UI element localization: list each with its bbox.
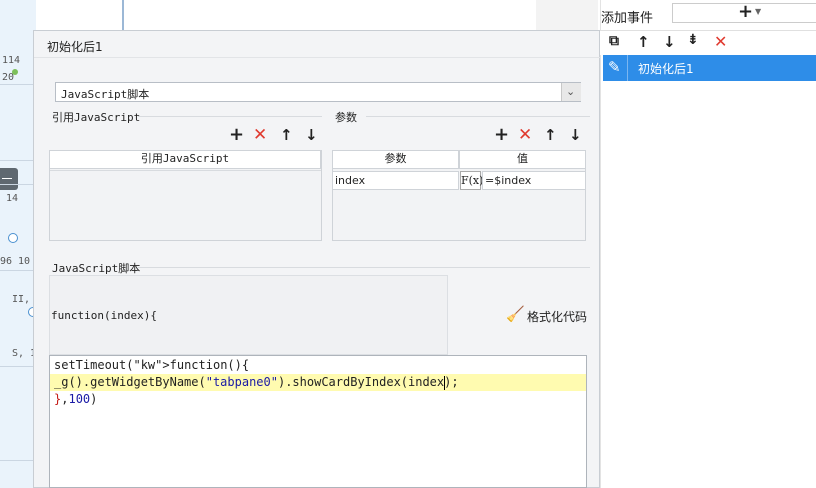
arrow-down-icon[interactable]: ↓ (569, 126, 582, 144)
divider (34, 57, 600, 58)
arrow-up-icon[interactable]: ↑ (544, 126, 557, 144)
arrow-down-icon[interactable]: ↓ (305, 126, 318, 144)
ruler-number: 96 (0, 256, 13, 267)
event-item-divider (627, 55, 628, 81)
reference-js-header[interactable]: 引用JavaScript (49, 150, 321, 169)
add-event-label: 添加事件 (601, 11, 654, 26)
format-code-button[interactable]: 格式化代码 (527, 308, 587, 325)
event-item[interactable] (603, 55, 816, 81)
add-param-icon[interactable]: + (494, 124, 509, 145)
code-line-2[interactable]: _g().getWidgetByName("tabpane0").showCar… (54, 374, 459, 391)
divider (138, 116, 322, 117)
formula-icon[interactable]: F(x) (460, 171, 483, 190)
param-value-cell[interactable]: =$index (482, 171, 586, 190)
add-reference-icon[interactable]: + (229, 124, 244, 145)
background-panel (536, 0, 598, 32)
script-type-value: JavaScript脚本 (61, 88, 150, 101)
code-text: setTimeout("kw">function(){ (54, 358, 250, 372)
divider (366, 116, 590, 117)
ruler-number: 10 (18, 256, 31, 267)
arrow-up-icon[interactable]: ↑ (637, 33, 650, 51)
code-line-1[interactable]: setTimeout("kw">function(){ (54, 357, 249, 374)
events-toolbar (600, 30, 816, 55)
ruler-line (0, 460, 36, 461)
param-name-cell[interactable]: index (332, 171, 459, 190)
ruler-number: 114 (2, 55, 21, 66)
copy-icon[interactable]: ⧉ (609, 33, 619, 49)
collapse-tab[interactable] (0, 168, 18, 190)
divider (50, 170, 321, 171)
chevron-down-icon: ⌄ (566, 85, 576, 98)
param-name-header[interactable]: 参数 (332, 150, 459, 169)
function-signature: function(index){ (51, 309, 157, 322)
dialog-title: 初始化后1 (47, 40, 103, 54)
background-canvas (36, 0, 536, 32)
event-item-label: 初始化后1 (638, 62, 694, 76)
pencil-icon[interactable]: ✎ (608, 58, 621, 76)
ruler-line (0, 270, 36, 271)
plus-icon: + (738, 1, 754, 22)
ruler-line (0, 184, 36, 185)
code-line-3[interactable]: },100) (54, 391, 97, 408)
ruler-number: 20 (2, 72, 15, 83)
background-divider (122, 0, 124, 32)
connector-circle (8, 233, 18, 243)
code-text: _g().getWidgetByName("tabpane0").showCar… (54, 375, 459, 389)
move-bottom-icon[interactable]: ⇟ (687, 32, 699, 48)
ruler-number: 14 (6, 193, 19, 204)
arrow-down-icon[interactable]: ↓ (663, 33, 676, 51)
collapse-tab-icon (2, 178, 12, 179)
broom-icon: 🧹 (506, 305, 525, 323)
params-label: 参数 (335, 111, 357, 124)
divider (138, 267, 590, 268)
reference-js-label: 引用JavaScript (52, 111, 141, 124)
delete-param-icon[interactable]: ✕ (518, 125, 532, 145)
script-section-label: JavaScript脚本 (52, 262, 141, 275)
ruler-line (0, 160, 36, 161)
text-caret (444, 376, 445, 390)
ruler-line (0, 84, 36, 85)
delete-icon[interactable]: ✕ (714, 32, 727, 51)
delete-reference-icon[interactable]: ✕ (253, 125, 267, 145)
param-value-header[interactable]: 值 (459, 150, 586, 169)
caret-down-icon: ▼ (755, 7, 762, 16)
code-text: },100) (54, 392, 98, 406)
arrow-up-icon[interactable]: ↑ (280, 126, 293, 144)
ruler-line (0, 366, 36, 367)
